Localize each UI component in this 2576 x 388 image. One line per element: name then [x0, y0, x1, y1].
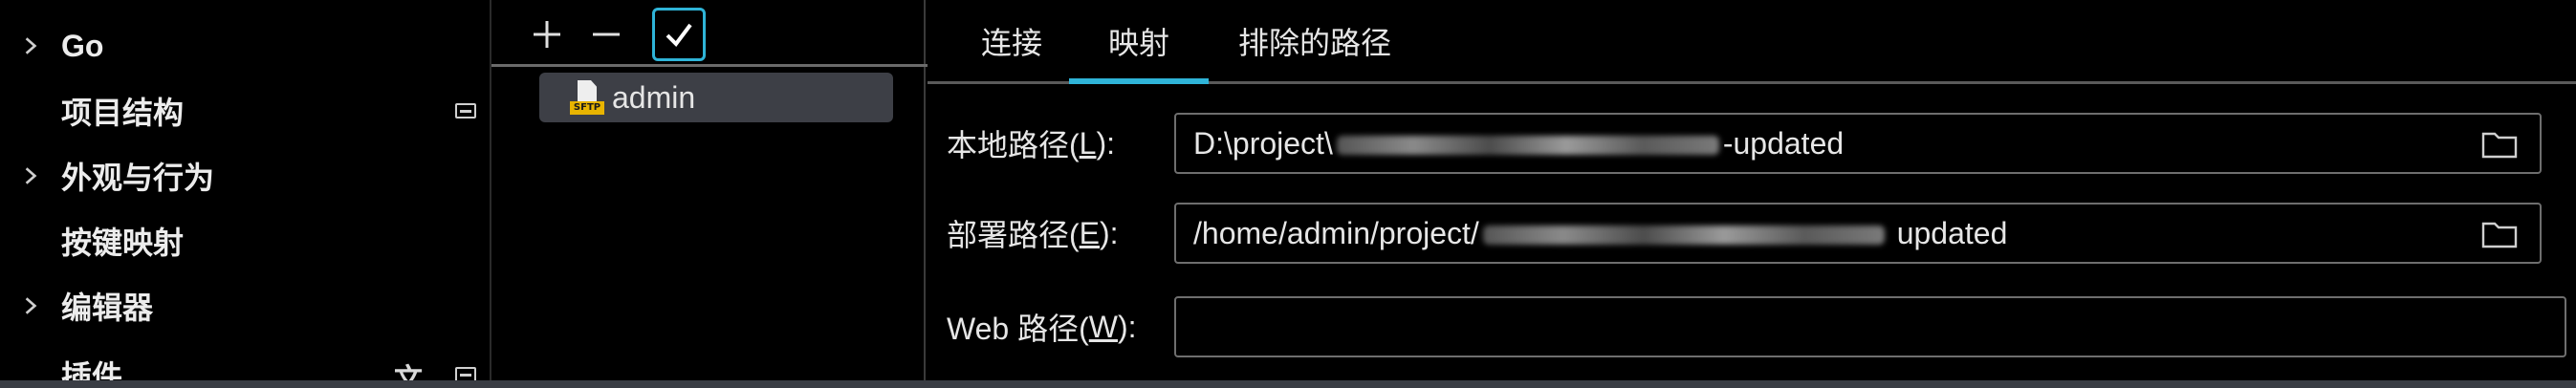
chevron-right-icon — [0, 295, 61, 316]
tab-excluded-paths[interactable]: 排除的路径 — [1224, 0, 1406, 81]
local-path-label: 本地路径(L): — [947, 125, 1116, 163]
tree-item-label: 按键映射 — [61, 226, 185, 260]
remove-server-button[interactable] — [579, 8, 633, 61]
plus-icon — [534, 21, 560, 48]
check-icon — [666, 23, 692, 48]
tree-item-project-structure[interactable]: 项目结构 — [0, 84, 488, 138]
deploy-path-row: 部署路径(E): /home/admin/project/ updated — [928, 203, 2576, 264]
sftp-server-icon: SFTP — [570, 80, 604, 115]
tab-mappings[interactable]: 映射 — [1069, 0, 1209, 84]
tree-item-appearance[interactable]: 外观与行为 — [0, 149, 488, 203]
tree-item-go[interactable]: Go — [0, 19, 488, 73]
deployment-config-panel: 连接 映射 排除的路径 本地路径(L): D:\project\ -updated — [928, 0, 2576, 388]
settings-tree: Go 项目结构 外观与行为 按键映射 编辑器 插件 文 — [0, 0, 488, 388]
tree-item-label: 项目结构 — [61, 96, 185, 130]
web-path-label: Web 路径(W): — [947, 309, 1137, 347]
folder-icon[interactable] — [2480, 219, 2519, 249]
web-path-row: Web 路径(W): — [928, 296, 2576, 357]
deployment-settings-window: Go 项目结构 外观与行为 按键映射 编辑器 插件 文 SFTP admin 连… — [0, 0, 2576, 388]
server-toolbar — [491, 0, 928, 67]
local-path-row: 本地路径(L): D:\project\ -updated — [928, 113, 2576, 174]
folder-icon[interactable] — [2480, 129, 2519, 160]
project-level-icon — [455, 103, 476, 119]
add-server-button[interactable] — [520, 8, 574, 61]
server-name: admin — [612, 79, 696, 115]
tree-item-editor[interactable]: 编辑器 — [0, 279, 488, 333]
tree-item-label: Go — [61, 28, 104, 63]
deploy-path-value: /home/admin/project/ updated — [1193, 215, 2008, 250]
server-list-panel: SFTP admin — [490, 0, 928, 388]
redacted-text — [1482, 226, 1885, 246]
bottom-border — [0, 380, 2576, 388]
set-default-button[interactable] — [652, 8, 706, 61]
tree-item-label: 编辑器 — [61, 291, 154, 325]
minus-icon — [593, 32, 620, 36]
local-path-input[interactable]: D:\project\ -updated — [1174, 113, 2542, 174]
tree-item-label: 外观与行为 — [61, 161, 215, 195]
tab-bar: 连接 映射 排除的路径 — [928, 0, 2576, 84]
deploy-path-label: 部署路径(E): — [947, 215, 1119, 253]
local-path-value: D:\project\ -updated — [1193, 125, 1845, 161]
chevron-right-icon — [0, 35, 61, 56]
deploy-path-input[interactable]: /home/admin/project/ updated — [1174, 203, 2542, 264]
server-list-item[interactable]: SFTP admin — [539, 73, 893, 122]
chevron-right-icon — [0, 165, 61, 186]
redacted-text — [1336, 136, 1719, 156]
tab-connection[interactable]: 连接 — [962, 0, 1061, 81]
tree-item-keymap[interactable]: 按键映射 — [0, 214, 488, 268]
web-path-input[interactable] — [1174, 296, 2566, 357]
